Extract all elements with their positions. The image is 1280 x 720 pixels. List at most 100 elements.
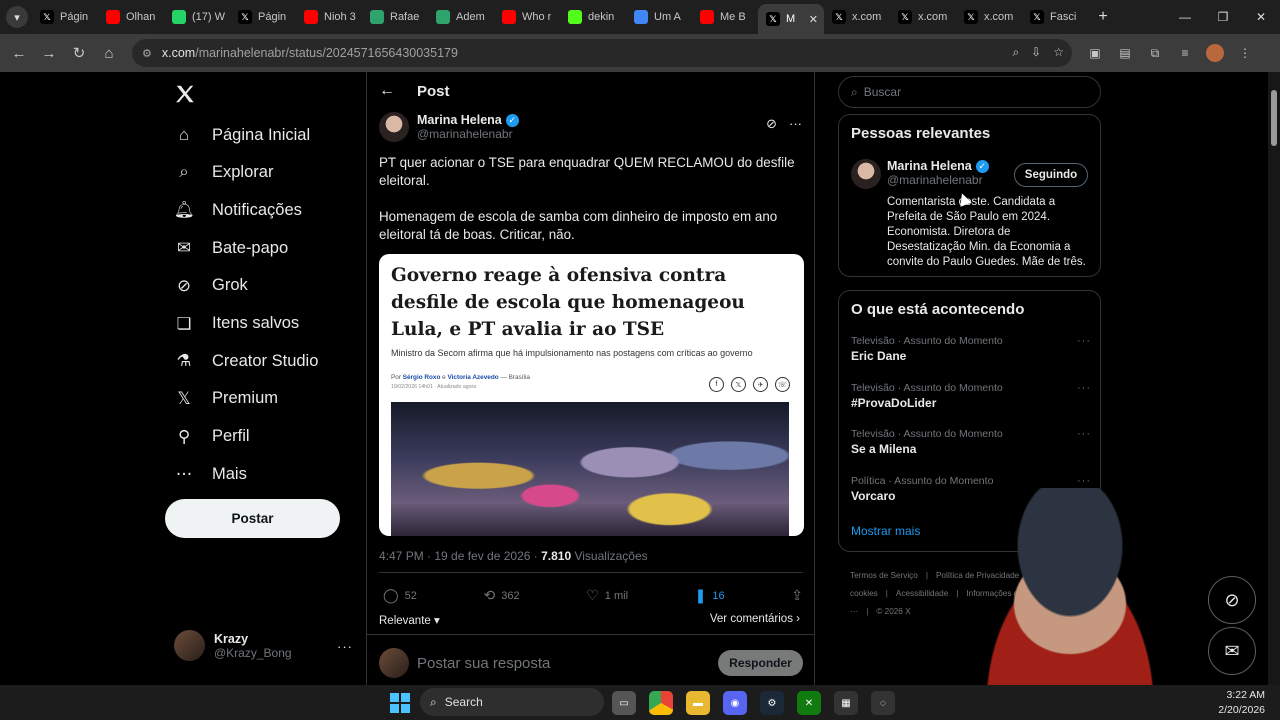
address-bar[interactable]: ⚙ x.com/marinahelenabr/status/2024571656…: [132, 39, 1072, 67]
app-icon[interactable]: ◌: [871, 691, 895, 715]
menu-icon[interactable]: ⋮: [1236, 44, 1254, 62]
nav-item-home[interactable]: ⌂ Página Inicial: [172, 123, 310, 147]
browser-tab[interactable]: 𝕏x.com: [824, 3, 890, 31]
account-more-icon[interactable]: ···: [337, 639, 353, 654]
show-more-link[interactable]: Mostrar mais: [851, 524, 920, 538]
system-clock[interactable]: 3:22 AM 2/20/2026: [1210, 688, 1265, 718]
browser-tab[interactable]: Who r: [494, 3, 560, 31]
browser-toolbar: ← → ↻ ⌂ ⚙ x.com/marinahelenabr/status/20…: [0, 34, 1280, 72]
folder-icon[interactable]: ▬: [686, 691, 710, 715]
author-name[interactable]: Marina Helena: [417, 113, 502, 127]
like-button[interactable]: ♡ 1 mil: [586, 587, 628, 604]
avatar[interactable]: [851, 159, 881, 189]
nav-item-search[interactable]: ⌕ Explorar: [172, 161, 273, 185]
browser-tab[interactable]: 𝕏 Págin: [32, 3, 98, 31]
browser-tab[interactable]: 𝕏x.com: [890, 3, 956, 31]
x-logo-icon[interactable]: [174, 83, 196, 105]
nav-item-grok[interactable]: ⊘ Grok: [172, 274, 248, 298]
trend-more-icon[interactable]: ···: [1077, 382, 1091, 394]
tab-search-button[interactable]: ▾: [6, 6, 28, 28]
search-input[interactable]: ⌕ Buscar: [838, 76, 1101, 108]
taskbar-search[interactable]: ⌕ Search: [420, 688, 604, 716]
reply-submit-button[interactable]: Responder: [718, 650, 803, 676]
extension-icon[interactable]: ▤: [1116, 44, 1134, 62]
youtube-icon: [304, 10, 318, 24]
steam-icon[interactable]: ⚙: [760, 691, 784, 715]
trend-more-icon[interactable]: ···: [1077, 335, 1091, 347]
browser-tab[interactable]: 𝕏x.com: [956, 3, 1022, 31]
nav-item-bookmark[interactable]: ❏ Itens salvos: [172, 312, 300, 336]
extension-icon[interactable]: ▣: [1086, 44, 1104, 62]
sort-dropdown[interactable]: Relevante ▾: [379, 613, 440, 627]
discord-icon[interactable]: ◉: [723, 691, 747, 715]
trend-more-icon[interactable]: ···: [1077, 475, 1091, 487]
browser-tab[interactable]: (17) W: [164, 3, 230, 31]
back-arrow-icon[interactable]: ←: [379, 82, 395, 100]
zoom-icon[interactable]: ⌕: [1012, 45, 1019, 60]
puzzle-icon[interactable]: ⧉: [1146, 44, 1164, 62]
browser-tab[interactable]: Nioh 3: [296, 3, 362, 31]
browser-tab[interactable]: Olhan: [98, 3, 164, 31]
tab-title: Adem: [456, 11, 485, 23]
minimize-button[interactable]: —: [1166, 0, 1204, 34]
reply-input[interactable]: Postar sua resposta: [417, 655, 718, 672]
relevant-user[interactable]: Marina Helena ✓ @marinahelenabr: [851, 159, 989, 189]
xbox-icon[interactable]: ✕: [797, 691, 821, 715]
avatar[interactable]: [379, 112, 409, 142]
trend-item[interactable]: Televisão · Assunto do Momento Se a Milen…: [851, 428, 1091, 456]
grok-fab-icon[interactable]: ⊘: [1208, 576, 1256, 624]
browser-tab[interactable]: 𝕏 M ✕: [758, 4, 824, 34]
grok-icon[interactable]: ⊘: [766, 116, 777, 132]
trend-item[interactable]: Televisão · Assunto do Momento #ProvaDoLi…: [851, 382, 1091, 410]
footer-link[interactable]: © 2026 X: [876, 607, 910, 616]
star-icon[interactable]: ☆: [1053, 45, 1064, 60]
back-button[interactable]: ←: [4, 45, 34, 62]
close-tab-icon[interactable]: ✕: [809, 13, 818, 26]
footer-link[interactable]: Termos de Serviço: [850, 571, 918, 580]
share-icon[interactable]: ⇪: [791, 587, 803, 604]
account-switcher[interactable]: Krazy @Krazy_Bong: [174, 630, 292, 661]
close-window-button[interactable]: ✕: [1242, 0, 1280, 34]
post-button[interactable]: Postar: [165, 499, 340, 538]
trend-more-icon[interactable]: ···: [1077, 428, 1091, 440]
app-icon[interactable]: ▦: [834, 691, 858, 715]
home-button[interactable]: ⌂: [94, 45, 124, 62]
nav-item-bell[interactable]: 🔔︎ Notificações: [172, 198, 302, 222]
reply-button[interactable]: ◯ 52: [383, 587, 417, 604]
forward-button[interactable]: →: [34, 45, 64, 62]
author-handle[interactable]: @marinahelenabr: [417, 127, 519, 141]
new-tab-button[interactable]: +: [1092, 8, 1114, 26]
chrome-icon[interactable]: [649, 691, 673, 715]
bookmark-button[interactable]: ❚ 16: [695, 587, 725, 604]
browser-tab[interactable]: Rafae: [362, 3, 428, 31]
windows-start-icon[interactable]: [390, 693, 410, 713]
article-image[interactable]: Governo reage à ofensiva contra desfile …: [379, 254, 804, 536]
site-info-icon[interactable]: ⚙: [142, 47, 152, 60]
install-icon[interactable]: ⇩: [1031, 45, 1041, 60]
nav-item-x[interactable]: 𝕏 Premium: [172, 387, 278, 411]
nav-item-more-circle[interactable]: ⋯ Mais: [172, 462, 247, 486]
more-options-icon[interactable]: ···: [789, 116, 802, 132]
profile-avatar[interactable]: [1206, 44, 1224, 62]
media-icon[interactable]: ≡: [1176, 44, 1194, 62]
browser-tab[interactable]: dekin: [560, 3, 626, 31]
nav-item-person[interactable]: ⚲ Perfil: [172, 425, 250, 449]
following-button[interactable]: Seguindo: [1014, 163, 1088, 187]
home-icon: ⌂: [179, 125, 189, 144]
reload-button[interactable]: ↻: [64, 44, 94, 62]
browser-tab[interactable]: 𝕏 Fasci: [1022, 3, 1088, 31]
repost-button[interactable]: ⟲ 362: [484, 587, 520, 604]
nav-item-flask[interactable]: ⚗ Creator Studio: [172, 349, 319, 373]
see-comments-link[interactable]: Ver comentários ›: [710, 613, 800, 625]
nav-item-mail[interactable]: ✉ Bate-papo: [172, 236, 288, 260]
trend-item[interactable]: Televisão · Assunto do Momento Eric Dane ·…: [851, 335, 1091, 363]
post-author[interactable]: Marina Helena ✓ @marinahelenabr: [379, 112, 519, 142]
browser-tab[interactable]: Me B: [692, 3, 758, 31]
task-view-icon[interactable]: ▭: [612, 691, 636, 715]
browser-tab[interactable]: Um A: [626, 3, 692, 31]
browser-tab[interactable]: Adem: [428, 3, 494, 31]
messages-fab-icon[interactable]: ✉: [1208, 627, 1256, 675]
browser-tab[interactable]: 𝕏 Págin: [230, 3, 296, 31]
page-scrollbar[interactable]: [1268, 72, 1280, 685]
restore-button[interactable]: ❐: [1204, 0, 1242, 34]
